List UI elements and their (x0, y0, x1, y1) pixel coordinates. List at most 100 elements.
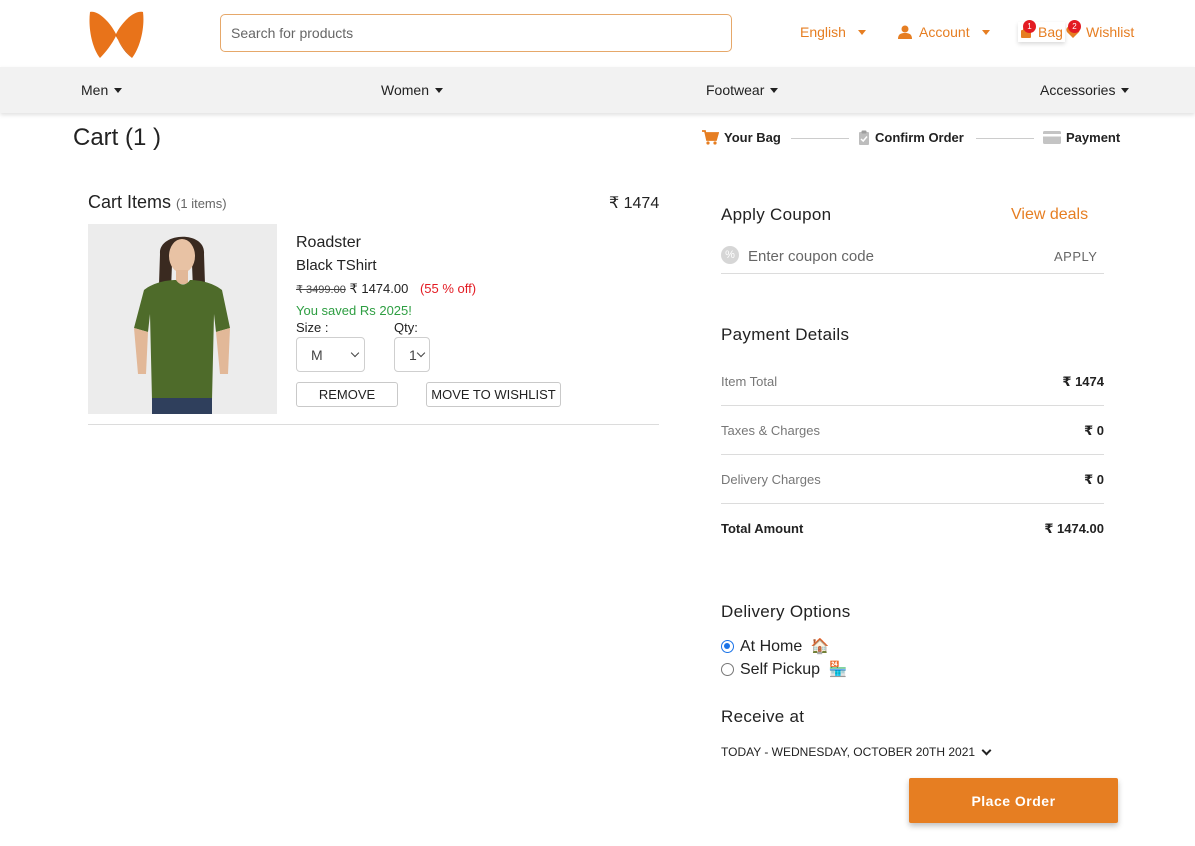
sale-price: ₹ 1474.00 (349, 281, 409, 296)
radio-at-home[interactable] (721, 640, 734, 653)
qty-select[interactable]: 1 (394, 337, 430, 372)
payment-row-taxes: Taxes & Charges ₹ 0 (721, 423, 1104, 439)
nav-item-men[interactable]: Men (81, 82, 123, 98)
coupon-code-input[interactable] (748, 244, 1038, 268)
bag-label: Bag (1038, 24, 1063, 40)
bag-link[interactable]: Bag 1 (1018, 20, 1065, 42)
payment-row-delivery: Delivery Charges ₹ 0 (721, 472, 1104, 488)
payment-divider (721, 405, 1104, 406)
option-label: At Home (740, 638, 803, 655)
savings-text: You saved Rs 2025! (296, 303, 412, 318)
nav-label: Footwear (706, 82, 765, 98)
cart-items-total: ₹ 1474 (609, 195, 660, 212)
payment-divider (721, 454, 1104, 455)
qty-value: 1 (409, 346, 417, 363)
step-confirm-order: Confirm Order (858, 130, 964, 145)
coupon-divider (721, 273, 1104, 274)
payment-row-value: ₹ 0 (1084, 472, 1104, 487)
payment-row-value: ₹ 1474 (1062, 374, 1104, 389)
step-label: Payment (1066, 130, 1121, 145)
cart-item-divider (88, 424, 659, 425)
payment-row-label: Item Total (721, 374, 778, 389)
bag-count-badge: 1 (1023, 20, 1036, 33)
receive-date-value: TODAY - WEDNESDAY, OCTOBER 20TH 2021 (721, 745, 976, 759)
discount-percent: (55 % off) (419, 281, 477, 296)
product-brand: Roadster (296, 234, 361, 251)
size-value: M (311, 346, 323, 363)
chevron-down-icon (350, 348, 360, 358)
payment-total-value: ₹ 1474.00 (1044, 521, 1104, 536)
nav-item-footwear[interactable]: Footwear (706, 82, 779, 98)
receive-date-dropdown[interactable]: TODAY - WEDNESDAY, OCTOBER 20TH 2021 (721, 745, 992, 759)
payment-divider (721, 503, 1104, 504)
coupon-icon: % (721, 246, 739, 264)
product-image[interactable] (88, 224, 277, 414)
home-icon: 🏠 (806, 638, 830, 655)
size-select[interactable]: M (296, 337, 365, 372)
language-dropdown[interactable]: English (800, 24, 866, 40)
chevron-down-icon (434, 87, 443, 93)
language-label: English (800, 24, 846, 40)
step-divider (791, 138, 849, 139)
option-at-home[interactable]: At Home 🏠 (740, 637, 830, 656)
delivery-options-title: Delivery Options (721, 602, 851, 621)
remove-button[interactable]: REMOVE (296, 382, 398, 407)
step-label: Confirm Order (875, 130, 964, 145)
brand-logo[interactable] (88, 8, 145, 60)
chevron-down-icon (114, 87, 123, 93)
step-payment: Payment (1043, 130, 1120, 145)
nav-label: Men (81, 82, 109, 98)
payment-details-title: Payment Details (721, 325, 850, 344)
tshirt-model-image (88, 224, 277, 414)
wishlist-label: Wishlist (1086, 24, 1135, 40)
wishlist-link[interactable]: Wishlist 2 (1066, 20, 1135, 40)
cart-icon (702, 130, 719, 145)
nav-label: Women (381, 82, 429, 98)
qty-label: Qty: (394, 320, 418, 335)
payment-row-value: ₹ 0 (1084, 423, 1104, 438)
chevron-down-icon (981, 29, 990, 35)
chevron-down-icon (416, 348, 426, 358)
step-label: Your Bag (724, 130, 781, 145)
chevron-down-icon (770, 87, 779, 93)
clipboard-check-icon (859, 130, 869, 145)
payment-row-item-total: Item Total ₹ 1474 (721, 374, 1104, 390)
credit-card-icon (1043, 131, 1061, 144)
account-label: Account (919, 24, 970, 40)
payment-row-label: Taxes & Charges (721, 423, 820, 438)
wishlist-count-badge: 2 (1068, 20, 1081, 33)
option-label: Self Pickup (740, 661, 821, 678)
product-name: Black TShirt (296, 257, 377, 274)
category-navbar (0, 67, 1195, 113)
radio-self-pickup[interactable] (721, 663, 734, 676)
step-divider (976, 138, 1034, 139)
payment-row-label: Delivery Charges (721, 472, 821, 487)
place-order-button[interactable]: Place Order (909, 778, 1118, 823)
page-title: Cart (1 ) (73, 124, 162, 151)
step-your-bag: Your Bag (702, 130, 781, 145)
apply-coupon-button[interactable]: APPLY (1054, 249, 1097, 264)
receive-at-title: Receive at (721, 707, 805, 726)
view-deals-link[interactable]: View deals (1011, 206, 1088, 224)
nav-item-accessories[interactable]: Accessories (1040, 82, 1130, 98)
mrp-price: ₹ 3499.00 (296, 284, 346, 296)
cart-items-heading: Cart Items (88, 192, 172, 212)
chevron-down-icon (981, 745, 992, 755)
size-label: Size : (296, 320, 329, 335)
move-to-wishlist-button[interactable]: MOVE TO WISHLIST (426, 382, 561, 407)
payment-total-label: Total Amount (721, 521, 804, 536)
store-icon: 🏪 (824, 661, 848, 678)
account-dropdown[interactable]: Account (897, 24, 990, 40)
option-self-pickup[interactable]: Self Pickup 🏪 (740, 660, 847, 679)
nav-item-women[interactable]: Women (381, 82, 443, 98)
nav-label: Accessories (1040, 82, 1116, 98)
coupon-title: Apply Coupon (721, 205, 832, 224)
chevron-down-icon (1121, 87, 1130, 93)
search-input[interactable] (220, 14, 732, 52)
chevron-down-icon (857, 29, 866, 35)
payment-row-total: Total Amount ₹ 1474.00 (721, 521, 1104, 537)
cart-items-title: Cart Items (1 items) (88, 192, 227, 213)
user-icon (898, 25, 912, 39)
cart-items-count: (1 items) (176, 196, 227, 211)
price-line: ₹ 3499.00 ₹ 1474.00 (55 % off) (296, 281, 476, 297)
